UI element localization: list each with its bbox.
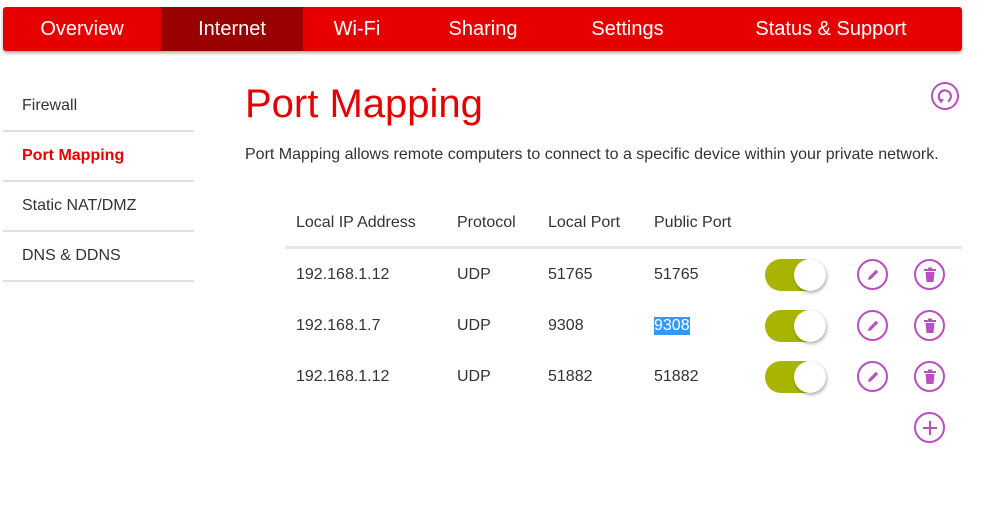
table-header: Local IP Address Protocol Local Port Pub… (285, 200, 962, 249)
trash-icon (923, 369, 936, 384)
add-row (285, 402, 962, 453)
pencil-icon (867, 269, 878, 280)
sidebar-item-port-mapping[interactable]: Port Mapping (3, 132, 194, 182)
table-row: 192.168.1.12 UDP 51882 51882 (285, 351, 962, 402)
enable-toggle[interactable] (765, 360, 826, 393)
table-row: 192.168.1.12 UDP 51765 51765 (285, 249, 962, 300)
cell-public-port: 51765 (654, 265, 699, 283)
add-button[interactable] (914, 412, 945, 443)
toggle-knob (794, 309, 826, 342)
sidebar-item-firewall[interactable]: Firewall (3, 82, 194, 132)
header-local-ip: Local IP Address (296, 214, 416, 231)
refresh-icon (937, 89, 952, 104)
edit-button[interactable] (857, 259, 888, 290)
toggle-knob (794, 360, 826, 393)
cell-local-port: 51882 (548, 367, 593, 385)
enable-toggle[interactable] (765, 258, 826, 291)
pencil-icon (867, 371, 878, 382)
cell-protocol: UDP (457, 367, 491, 385)
delete-button[interactable] (914, 259, 945, 290)
tab-wifi[interactable]: Wi-Fi (303, 7, 411, 51)
table-row: 192.168.1.7 UDP 9308 9308 (285, 300, 962, 351)
sidebar-item-dns-ddns[interactable]: DNS & DDNS (3, 232, 194, 282)
cell-local-ip: 192.168.1.12 (296, 367, 390, 385)
enable-toggle[interactable] (765, 309, 826, 342)
cell-protocol: UDP (457, 316, 491, 334)
tab-settings[interactable]: Settings (555, 7, 700, 51)
port-mapping-table: Local IP Address Protocol Local Port Pub… (285, 200, 962, 453)
trash-icon (923, 318, 936, 333)
header-public-port: Public Port (654, 214, 732, 231)
page-description: Port Mapping allows remote computers to … (245, 146, 939, 163)
refresh-button[interactable] (931, 82, 959, 110)
header-protocol: Protocol (457, 214, 516, 231)
tab-overview[interactable]: Overview (3, 7, 161, 51)
tab-sharing[interactable]: Sharing (411, 7, 555, 51)
cell-public-port: 9308 (654, 316, 690, 335)
top-navigation: Overview Internet Wi-Fi Sharing Settings… (3, 7, 962, 51)
cell-local-port: 9308 (548, 316, 584, 334)
cell-local-ip: 192.168.1.7 (296, 316, 381, 334)
trash-icon (923, 267, 936, 282)
cell-local-port: 51765 (548, 265, 593, 283)
cell-local-ip: 192.168.1.12 (296, 265, 390, 283)
plus-icon (922, 420, 937, 435)
tab-internet[interactable]: Internet (161, 7, 303, 51)
page-title: Port Mapping (245, 82, 483, 126)
sidebar: Firewall Port Mapping Static NAT/DMZ DNS… (3, 82, 194, 282)
header-local-port: Local Port (548, 214, 621, 231)
edit-button[interactable] (857, 361, 888, 392)
tab-status-support[interactable]: Status & Support (700, 7, 962, 51)
delete-button[interactable] (914, 310, 945, 341)
cell-public-port: 51882 (654, 367, 699, 385)
edit-button[interactable] (857, 310, 888, 341)
pencil-icon (867, 320, 878, 331)
toggle-knob (794, 258, 826, 291)
delete-button[interactable] (914, 361, 945, 392)
sidebar-item-static-nat-dmz[interactable]: Static NAT/DMZ (3, 182, 194, 232)
cell-protocol: UDP (457, 265, 491, 283)
